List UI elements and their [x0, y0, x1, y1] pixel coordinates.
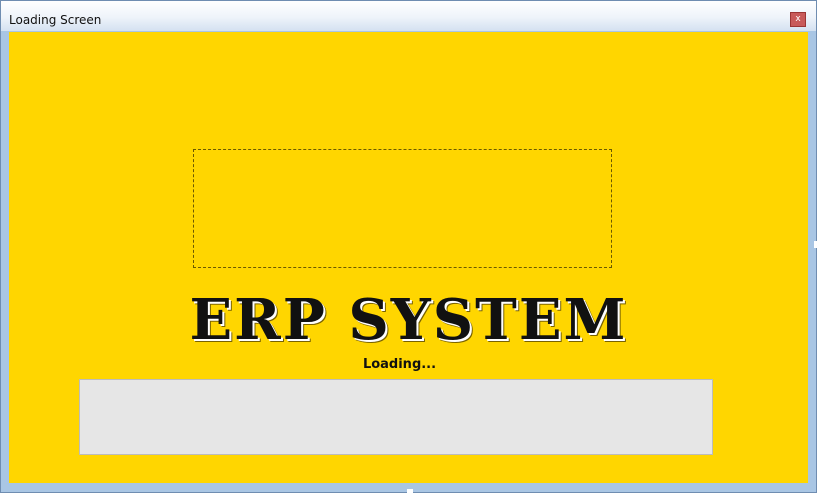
title-bar[interactable]: Loading Screen x — [1, 1, 816, 31]
splash-panel: ERP SYSTEM Loading... — [9, 32, 808, 483]
logo-placeholder — [193, 149, 612, 268]
loading-label: Loading... — [362, 357, 437, 372]
loading-screen-window: Loading Screen x ERP SYSTEM Loading... — [0, 0, 817, 493]
window-title: Loading Screen — [9, 13, 102, 27]
app-title: ERP SYSTEM — [189, 287, 628, 353]
close-button[interactable]: x — [790, 12, 806, 27]
progress-bar — [79, 379, 713, 455]
resize-handle-bottom[interactable] — [407, 489, 413, 493]
close-icon: x — [795, 14, 801, 24]
